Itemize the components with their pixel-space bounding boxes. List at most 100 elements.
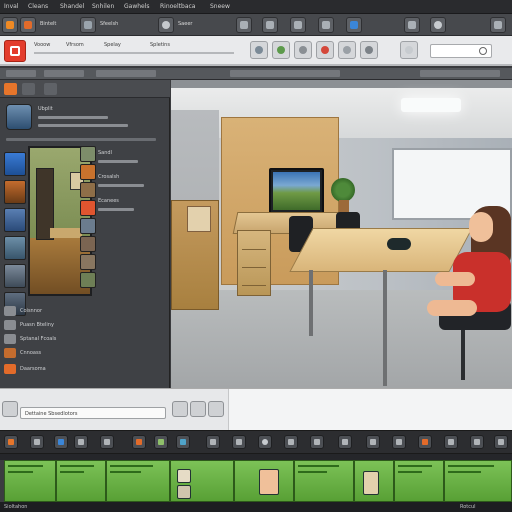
scene-table-object: [387, 238, 411, 250]
list-item[interactable]: Sandl: [98, 150, 112, 156]
timeline-button[interactable]: [30, 435, 44, 449]
thumbnail[interactable]: [80, 272, 96, 288]
search-input[interactable]: [430, 44, 492, 58]
fit-button[interactable]: [208, 401, 224, 417]
menu-item-5[interactable]: Gawhels: [124, 3, 150, 10]
thumbnail[interactable]: [80, 200, 96, 216]
properties-button[interactable]: [2, 401, 18, 417]
timeline-clip[interactable]: [234, 460, 294, 502]
menu-item-1[interactable]: Inval: [4, 3, 18, 10]
thumbnail[interactable]: [80, 182, 96, 198]
app-logo[interactable]: [4, 40, 26, 62]
tool-icon: [240, 21, 248, 29]
zoom-out-button[interactable]: [190, 401, 206, 417]
clip-thumbnail[interactable]: [4, 180, 26, 204]
ribbon-tool-2[interactable]: [272, 41, 290, 59]
timeline-button[interactable]: [494, 435, 508, 449]
substrip-control-2[interactable]: [44, 70, 84, 77]
help-button[interactable]: [490, 17, 506, 33]
timeline-clip[interactable]: [4, 460, 56, 502]
timeline-button[interactable]: [206, 435, 220, 449]
timeline-button[interactable]: [54, 435, 68, 449]
timeline-button[interactable]: [258, 435, 272, 449]
property-label[interactable]: Sptanal Fcoals: [20, 336, 56, 342]
selected-media-thumbnail[interactable]: [6, 104, 32, 130]
export-button[interactable]: [346, 17, 362, 33]
ribbon-group-2[interactable]: Vfrsom: [66, 42, 84, 48]
ribbon-group-1[interactable]: Vooow: [34, 42, 50, 48]
menu-item-7[interactable]: Sneew: [210, 3, 230, 10]
timeline-track[interactable]: [0, 454, 512, 502]
ribbon-tool-4[interactable]: [316, 41, 334, 59]
list-item[interactable]: Ecanees: [98, 198, 119, 204]
tool-button-e[interactable]: [404, 17, 420, 33]
thumbnail[interactable]: [80, 164, 96, 180]
property-label[interactable]: Cnnoass: [20, 350, 41, 356]
property-label[interactable]: Puasn Bteliny: [20, 322, 54, 328]
menu-item-2[interactable]: Cleans: [28, 3, 48, 10]
substrip-control-5[interactable]: [420, 70, 500, 77]
timeline-clip[interactable]: [170, 460, 234, 502]
timeline-button[interactable]: [74, 435, 88, 449]
thumbnail[interactable]: [80, 218, 96, 234]
timeline-clip[interactable]: [106, 460, 170, 502]
tool-button-b[interactable]: [262, 17, 278, 33]
timeline-record-button[interactable]: [4, 435, 18, 449]
thumbnail[interactable]: [80, 254, 96, 270]
timeline-button[interactable]: [338, 435, 352, 449]
timeline-button[interactable]: [444, 435, 458, 449]
ribbon-tool-1[interactable]: [250, 41, 268, 59]
timeline-button[interactable]: [392, 435, 406, 449]
tool-button-c[interactable]: [290, 17, 306, 33]
menu-item-6[interactable]: Rinoeltbaca: [160, 3, 195, 10]
property-label[interactable]: Coisnnor: [20, 308, 42, 314]
list-item[interactable]: Crosalsh: [98, 174, 119, 180]
menu-item-4[interactable]: Snhilen: [92, 3, 114, 10]
tool-button-a[interactable]: [236, 17, 252, 33]
ribbon-tool-7[interactable]: [400, 41, 418, 59]
timeline-button[interactable]: [366, 435, 380, 449]
substrip-control-1[interactable]: [6, 70, 36, 77]
ribbon-tool-5[interactable]: [338, 41, 356, 59]
menu-item-3[interactable]: Shandel: [60, 3, 84, 10]
tool-button-d[interactable]: [318, 17, 334, 33]
timeline-button[interactable]: [132, 435, 146, 449]
tab-audio[interactable]: [22, 83, 35, 95]
substrip-control-3[interactable]: [96, 70, 156, 77]
timeline-button[interactable]: [154, 435, 168, 449]
timeline-button[interactable]: [232, 435, 246, 449]
timeline-button[interactable]: [100, 435, 114, 449]
timeline-clip[interactable]: [444, 460, 512, 502]
ribbon-tool-3[interactable]: [294, 41, 312, 59]
settings-button[interactable]: [430, 17, 446, 33]
timeline-button[interactable]: [470, 435, 484, 449]
video-preview[interactable]: [171, 80, 512, 388]
clip-thumbnail[interactable]: [4, 264, 26, 288]
clip-thumbnail[interactable]: [4, 152, 26, 176]
properties-field[interactable]: Dettaine Sbsedlotors: [20, 407, 166, 419]
property-label[interactable]: Daarsoma: [20, 366, 46, 372]
clip-thumbnail[interactable]: [4, 208, 26, 232]
ribbon-tool-6[interactable]: [360, 41, 378, 59]
timeline-clip[interactable]: [294, 460, 354, 502]
zoom-in-button[interactable]: [172, 401, 188, 417]
timeline-button[interactable]: [176, 435, 190, 449]
open-button[interactable]: [20, 17, 36, 33]
timeline-clip[interactable]: [56, 460, 106, 502]
record-button[interactable]: [158, 17, 174, 33]
tab-media[interactable]: [4, 83, 17, 95]
timeline-clip[interactable]: [394, 460, 444, 502]
ribbon-group-3[interactable]: Spelay: [104, 42, 121, 48]
ribbon-group-4[interactable]: Spletins: [150, 42, 170, 48]
import-button[interactable]: [80, 17, 96, 33]
substrip-control-4[interactable]: [230, 70, 340, 77]
clip-thumbnail[interactable]: [4, 236, 26, 260]
timeline-button[interactable]: [418, 435, 432, 449]
timeline-button[interactable]: [284, 435, 298, 449]
timeline-clip[interactable]: [354, 460, 394, 502]
timeline-button[interactable]: [310, 435, 324, 449]
new-button[interactable]: [2, 17, 18, 33]
thumbnail[interactable]: [80, 236, 96, 252]
thumbnail[interactable]: [80, 146, 96, 162]
tab-effects[interactable]: [44, 83, 57, 95]
